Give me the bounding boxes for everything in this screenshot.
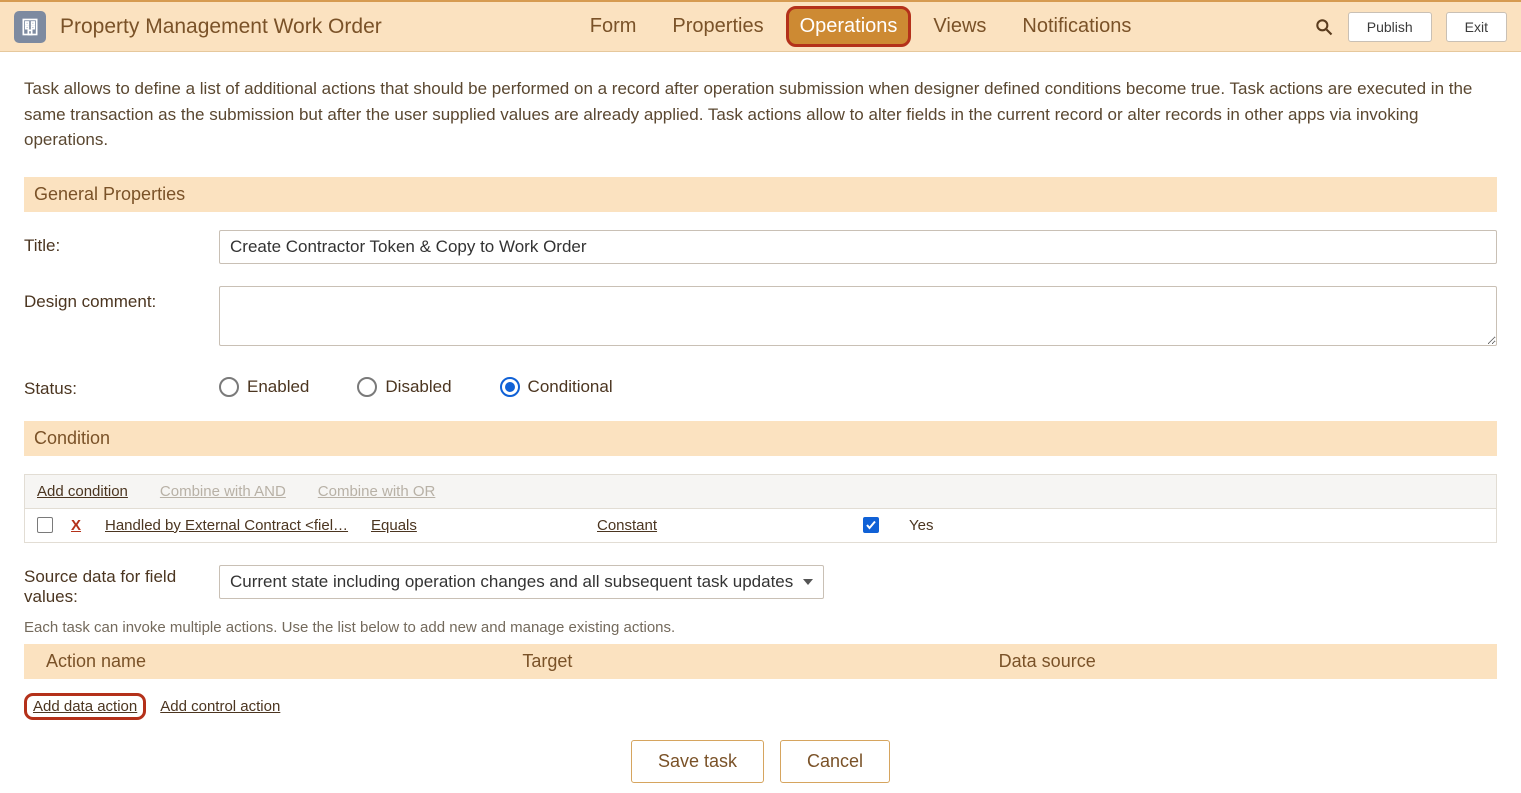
radio-conditional-label: Conditional (528, 377, 613, 397)
label-source: Source data for field values: (24, 565, 219, 607)
col-target: Target (522, 651, 998, 672)
source-select[interactable]: Current state including operation change… (219, 565, 824, 599)
add-control-action-link[interactable]: Add control action (160, 698, 280, 715)
page-title: Property Management Work Order (60, 15, 382, 39)
row-status: Status: Enabled Disabled Conditional (24, 373, 1497, 399)
intro-text: Task allows to define a list of addition… (24, 76, 1497, 153)
content: Task allows to define a list of addition… (0, 52, 1521, 793)
exit-button[interactable]: Exit (1446, 12, 1507, 42)
radio-enabled[interactable]: Enabled (219, 377, 309, 397)
app-icon (14, 11, 46, 43)
condition-field-link[interactable]: Handled by External Contract <fiel… (105, 517, 365, 534)
add-condition-link[interactable]: Add condition (37, 483, 128, 500)
footer-buttons: Save task Cancel (24, 736, 1497, 783)
col-data-source: Data source (999, 651, 1475, 672)
condition-row: X Handled by External Contract <fiel… Eq… (24, 508, 1497, 543)
actions-hint: Each task can invoke multiple actions. U… (24, 619, 1497, 636)
cancel-button[interactable]: Cancel (780, 740, 890, 783)
radio-conditional-circle[interactable] (500, 377, 520, 397)
row-title: Title: (24, 230, 1497, 264)
condition-valuetype-link[interactable]: Constant (597, 517, 857, 534)
search-icon[interactable] (1314, 17, 1334, 37)
combine-and-link[interactable]: Combine with AND (160, 483, 286, 500)
condition-operator-link[interactable]: Equals (371, 517, 591, 534)
label-status: Status: (24, 373, 219, 399)
condition-value-label: Yes (909, 517, 1109, 534)
nav-tabs: Form Properties Operations Views Notific… (572, 2, 1150, 51)
title-input[interactable] (219, 230, 1497, 264)
radio-enabled-label: Enabled (247, 377, 309, 397)
condition-toolbar: Add condition Combine with AND Combine w… (24, 474, 1497, 508)
condition-delete-icon[interactable]: X (71, 517, 99, 534)
row-source: Source data for field values: Current st… (24, 565, 1497, 607)
section-condition: Condition (24, 421, 1497, 456)
add-data-action-link[interactable]: Add data action (24, 693, 146, 720)
actions-table-header: Action name Target Data source (24, 644, 1497, 679)
combine-or-link[interactable]: Combine with OR (318, 483, 436, 500)
publish-button[interactable]: Publish (1348, 12, 1432, 42)
tab-notifications[interactable]: Notifications (1004, 2, 1149, 51)
tab-operations[interactable]: Operations (782, 2, 916, 51)
save-task-button[interactable]: Save task (631, 740, 764, 783)
tab-properties[interactable]: Properties (654, 2, 781, 51)
status-radio-group: Enabled Disabled Conditional (219, 373, 1497, 397)
radio-conditional[interactable]: Conditional (500, 377, 613, 397)
label-design-comment: Design comment: (24, 286, 219, 312)
radio-disabled-label: Disabled (385, 377, 451, 397)
radio-disabled-circle[interactable] (357, 377, 377, 397)
radio-disabled[interactable]: Disabled (357, 377, 451, 397)
design-comment-input[interactable] (219, 286, 1497, 346)
tab-views[interactable]: Views (915, 2, 1004, 51)
add-links: Add data action Add control action (24, 693, 1497, 720)
col-action-name: Action name (46, 651, 522, 672)
condition-row-checkbox[interactable] (37, 517, 53, 533)
section-general-properties: General Properties (24, 177, 1497, 212)
label-title: Title: (24, 230, 219, 256)
source-select-value: Current state including operation change… (230, 572, 793, 592)
radio-enabled-circle[interactable] (219, 377, 239, 397)
condition-value-checkbox[interactable] (863, 517, 879, 533)
top-bar: Property Management Work Order Form Prop… (0, 0, 1521, 52)
tab-form[interactable]: Form (572, 2, 655, 51)
row-design-comment: Design comment: (24, 286, 1497, 351)
top-right: Publish Exit (1314, 12, 1507, 42)
